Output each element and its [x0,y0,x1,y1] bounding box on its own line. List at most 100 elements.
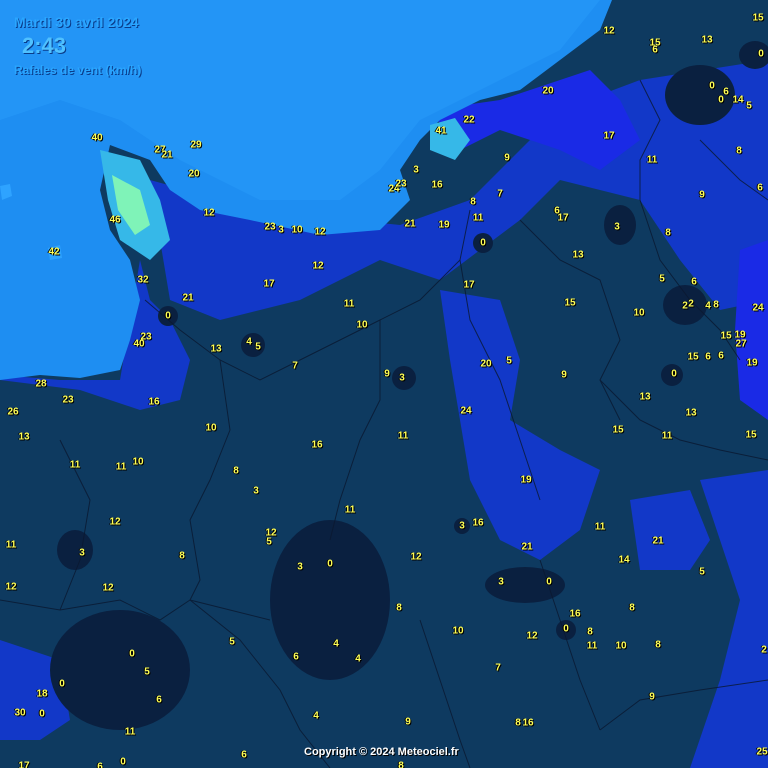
station-gust-value: 13 [572,249,584,261]
station-gust-value: 23 [62,394,74,406]
station-gust-value: 8 [398,760,404,768]
station-gust-value: 14 [732,94,744,106]
station-gust-value: 19 [746,357,758,369]
station-gust-value: 19 [520,474,532,486]
station-gust-value: 2 [688,298,694,310]
station-gust-value: 3 [459,520,465,532]
station-gust-value: 16 [569,608,581,620]
station-gust-value: 10 [291,224,303,236]
station-gust-value: 23 [395,178,407,190]
station-gust-value: 26 [7,406,19,418]
station-gust-value: 17 [603,130,615,142]
station-gust-value: 6 [718,350,724,362]
wind-gust-map: Mardi 30 avril 2024 2:43 Rafales de vent… [0,0,768,768]
station-gust-value: 10 [132,456,144,468]
station-gust-value: 5 [229,636,235,648]
station-gust-value: 32 [137,274,149,286]
station-gust-value: 3 [278,224,284,236]
station-gust-value: 5 [659,273,665,285]
station-gust-value: 13 [210,343,222,355]
station-gust-value: 16 [431,179,443,191]
station-gust-value: 8 [179,550,185,562]
station-gust-value: 0 [327,558,333,570]
station-gust-value: 18 [36,688,48,700]
station-gust-value: 21 [161,149,173,161]
station-gust-value: 11 [586,640,598,652]
station-gust-value: 2 [682,300,688,312]
station-gust-value: 6 [652,44,658,56]
station-gust-value: 7 [292,360,298,372]
calm-pocket [241,333,265,357]
station-gust-value: 0 [546,576,552,588]
station-gust-value: 11 [646,154,658,166]
station-gust-value: 8 [470,196,476,208]
station-gust-value: 0 [120,756,126,768]
station-gust-value: 19 [438,219,450,231]
station-gust-value: 3 [79,547,85,559]
station-gust-value: 20 [188,168,200,180]
station-gust-value: 0 [718,94,724,106]
station-gust-value: 15 [745,429,757,441]
station-gust-value: 10 [633,307,645,319]
station-gust-value: 8 [233,465,239,477]
station-gust-value: 4 [355,653,361,665]
station-gust-value: 8 [396,602,402,614]
calm-pocket [57,530,93,570]
station-gust-value: 42 [48,246,60,258]
station-gust-value: 11 [69,459,81,471]
map-subtitle: Rafales de vent (km/h) [14,63,142,77]
station-gust-value: 0 [165,310,171,322]
station-gust-value: 17 [463,279,475,291]
station-gust-value: 5 [699,566,705,578]
station-gust-value: 8 [713,299,719,311]
station-gust-value: 8 [655,639,661,651]
station-gust-value: 28 [35,378,47,390]
station-gust-value: 15 [612,424,624,436]
station-gust-value: 4 [313,710,319,722]
station-gust-value: 16 [148,396,160,408]
station-gust-value: 14 [618,554,630,566]
station-gust-value: 40 [133,338,145,350]
station-gust-value: 6 [705,351,711,363]
station-gust-value: 15 [687,351,699,363]
station-gust-value: 9 [405,716,411,728]
station-gust-value: 11 [5,539,17,551]
calm-pocket [270,520,390,680]
station-gust-value: 10 [205,422,217,434]
station-gust-value: 17 [18,760,30,768]
station-gust-value: 12 [102,582,114,594]
station-gust-value: 5 [506,355,512,367]
station-gust-value: 3 [253,485,259,497]
station-gust-value: 5 [144,666,150,678]
station-gust-value: 20 [542,85,554,97]
station-gust-value: 3 [498,576,504,588]
station-gust-value: 17 [263,278,275,290]
map-date: Mardi 30 avril 2024 [14,14,139,30]
station-gust-value: 13 [18,431,30,443]
station-gust-value: 0 [563,623,569,635]
station-gust-value: 21 [182,292,194,304]
station-gust-value: 0 [129,648,135,660]
station-gust-value: 3 [413,164,419,176]
station-gust-value: 17 [557,212,569,224]
station-gust-value: 41 [435,125,447,137]
station-gust-value: 10 [615,640,627,652]
station-gust-value: 12 [603,25,615,37]
station-gust-value: 25 [756,746,768,758]
station-gust-value: 3 [297,561,303,573]
station-gust-value: 16 [472,517,484,529]
station-gust-value: 11 [115,461,127,473]
station-gust-value: 11 [343,298,355,310]
station-gust-value: 8 [515,717,521,729]
station-gust-value: 0 [758,48,764,60]
station-gust-value: 29 [190,139,202,151]
station-gust-value: 3 [614,221,620,233]
station-gust-value: 0 [59,678,65,690]
station-gust-value: 46 [109,214,121,226]
station-gust-value: 10 [356,319,368,331]
station-gust-value: 9 [504,152,510,164]
station-gust-value: 27 [735,338,747,350]
station-gust-value: 24 [752,302,764,314]
station-gust-value: 2 [761,644,767,656]
station-gust-value: 8 [665,227,671,239]
